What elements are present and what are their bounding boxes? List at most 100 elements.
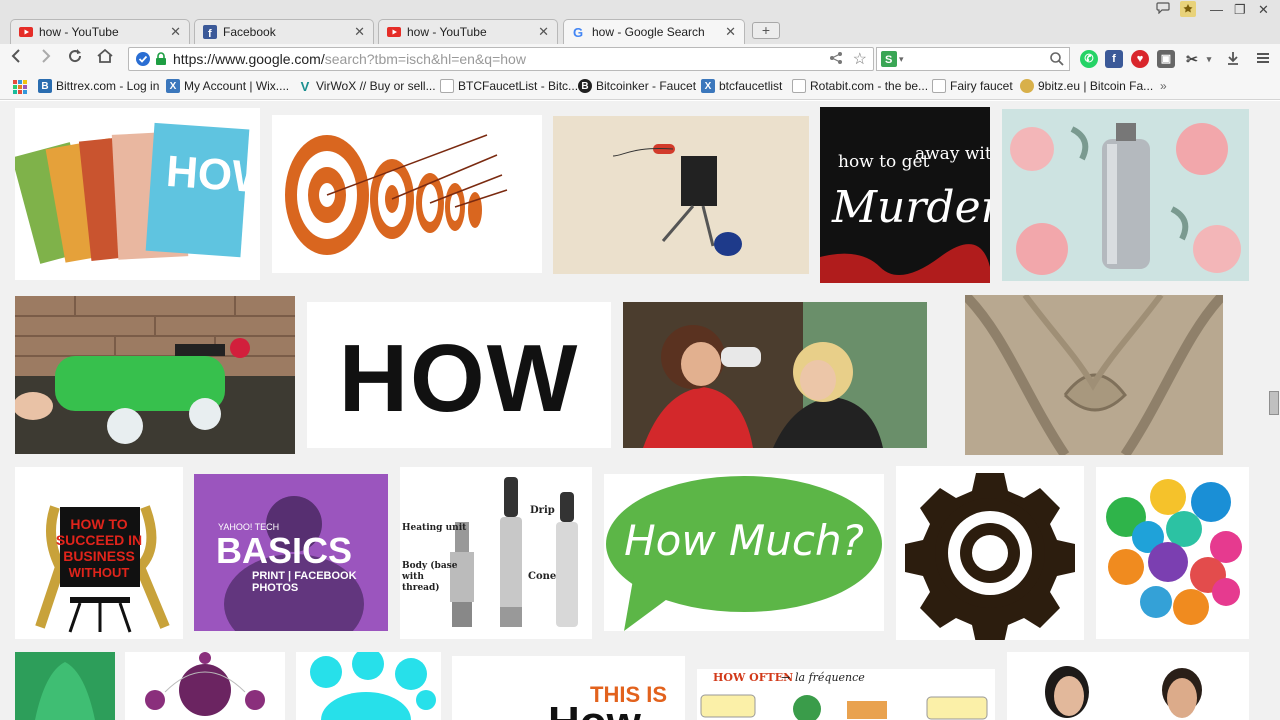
- page-icon: [792, 79, 806, 93]
- bookmark-btcfaucetlist[interactable]: BTCFaucetList - Bitc...: [440, 79, 578, 93]
- murder-line3: Murder: [831, 182, 990, 233]
- image-results-grid: HOW how to get away with Murder: [0, 101, 1280, 720]
- bookmark-star-icon[interactable]: ☆: [853, 49, 867, 69]
- secure-check-icon: [135, 51, 151, 67]
- bookmark-fairy-faucet[interactable]: Fairy faucet: [932, 79, 1013, 93]
- image-result-yahoo-basics[interactable]: YAHOO! TECH BASICS PRINT | FACEBOOK PHOT…: [194, 474, 388, 631]
- arrow-right-icon: →: [781, 671, 791, 684]
- minimize-icon[interactable]: —: [1210, 2, 1223, 17]
- tab-facebook[interactable]: f Facebook ✕: [194, 19, 374, 44]
- tab-title: how - Google Search: [592, 25, 705, 39]
- bookmark-bitcoinker[interactable]: B Bitcoinker - Faucet: [578, 79, 696, 93]
- close-window-icon[interactable]: ✕: [1258, 2, 1269, 18]
- back-icon[interactable]: [6, 48, 28, 70]
- facebook-icon: f: [203, 25, 217, 39]
- forward-icon[interactable]: [34, 48, 56, 70]
- close-tab-icon[interactable]: ✕: [354, 24, 365, 40]
- image-result-this-is-how[interactable]: THIS IS How: [452, 656, 685, 720]
- image-result-magazines[interactable]: HOW: [15, 108, 260, 280]
- murder-line2: away with: [915, 144, 990, 164]
- image-result-statue[interactable]: [965, 295, 1223, 455]
- close-tab-icon[interactable]: ✕: [538, 24, 549, 40]
- scissors-icon[interactable]: ✂: [1183, 50, 1201, 68]
- whatsapp-icon[interactable]: ✆: [1080, 50, 1098, 68]
- new-tab-button[interactable]: +: [752, 22, 780, 39]
- virwox-icon: V: [300, 78, 310, 94]
- bookmark-rotabit[interactable]: Rotabit.com - the be...: [792, 79, 928, 93]
- bittrex-icon: B: [38, 79, 52, 93]
- tab-strip: how - YouTube ✕ f Facebook ✕ how - YouTu…: [0, 0, 1280, 44]
- tab-title: how - YouTube: [39, 25, 119, 39]
- svg-text:SUCCEED IN: SUCCEED IN: [56, 532, 142, 548]
- tab-google-search[interactable]: G how - Google Search ✕: [563, 19, 745, 44]
- tab-title: Facebook: [223, 25, 276, 39]
- svg-text:HOW TO: HOW TO: [70, 516, 127, 532]
- search-engine-box[interactable]: S ▾: [876, 47, 1070, 71]
- share-icon[interactable]: [829, 51, 843, 68]
- bookmark-wix[interactable]: X My Account | Wix....: [166, 79, 289, 93]
- image-result-targets[interactable]: [272, 115, 542, 273]
- youtube-icon: [19, 25, 33, 39]
- wix-icon: X: [701, 79, 715, 93]
- reload-icon[interactable]: [64, 48, 86, 70]
- basics-title: BASICS: [216, 530, 353, 571]
- apps-icon[interactable]: [12, 79, 28, 95]
- bookmarks-bar: B Bittrex.com - Log in X My Account | Wi…: [0, 74, 1280, 100]
- page-icon: [440, 79, 454, 93]
- how-much-text: How Much?: [624, 516, 864, 565]
- image-result-how-text[interactable]: HOW: [307, 302, 611, 448]
- label-heating-unit: Heating unit: [402, 523, 467, 533]
- bookmark-label: Bitcoinker - Faucet: [596, 79, 697, 93]
- url-path: search?tbm=isch&hl=en&q=how: [324, 51, 526, 67]
- extension-badge-icon[interactable]: [1180, 1, 1196, 20]
- image-result-business-poster[interactable]: HOW TO SUCCEED IN BUSINESS WITHOUT: [15, 467, 183, 639]
- image-result-murder[interactable]: how to get away with Murder: [820, 107, 990, 283]
- tab-title: how - YouTube: [407, 25, 487, 39]
- more-bookmarks-icon[interactable]: »: [1160, 79, 1167, 93]
- image-result-how-much[interactable]: How Much?: [604, 474, 884, 631]
- bookmark-9bitz[interactable]: 9bitz.eu | Bitcoin Fa...: [1020, 79, 1153, 93]
- close-tab-icon[interactable]: ✕: [170, 24, 181, 40]
- tab-youtube-1[interactable]: how - YouTube ✕: [10, 19, 190, 44]
- chevron-down-icon[interactable]: ▾: [1200, 50, 1218, 68]
- close-tab-icon[interactable]: ✕: [725, 24, 736, 40]
- image-result-paw[interactable]: [296, 652, 441, 720]
- search-engine-icon[interactable]: S: [881, 51, 897, 67]
- bookmark-label: Rotabit.com - the be...: [810, 79, 929, 93]
- home-icon[interactable]: [94, 48, 116, 70]
- image-result-green-hand[interactable]: [15, 652, 115, 720]
- bookmark-bittrex[interactable]: B Bittrex.com - Log in: [38, 79, 159, 93]
- bookmark-virwox[interactable]: V VirWoX // Buy or sell...: [298, 78, 436, 94]
- profile-icon[interactable]: [1156, 2, 1170, 17]
- wix-icon: X: [166, 79, 180, 93]
- image-result-vape-diagram[interactable]: Heating unit Drip Body (base with thread…: [400, 467, 592, 639]
- facebook-extension-icon[interactable]: f: [1105, 50, 1123, 68]
- image-result-how-often[interactable]: HOW OFTEN → la fréquence: [697, 669, 995, 720]
- chevron-down-icon[interactable]: ▾: [899, 54, 904, 65]
- page-scrollbar[interactable]: [1268, 101, 1280, 720]
- search-icon[interactable]: [1049, 51, 1065, 72]
- tab-youtube-2[interactable]: how - YouTube ✕: [378, 19, 558, 44]
- image-result-robot[interactable]: [553, 116, 809, 274]
- bookmark-label: My Account | Wix....: [184, 79, 290, 93]
- image-result-spray-can[interactable]: [1002, 109, 1249, 281]
- image-result-bottle-car[interactable]: [15, 296, 295, 454]
- gift-icon[interactable]: ▣: [1157, 50, 1175, 68]
- scrollbar-thumb[interactable]: [1269, 391, 1279, 415]
- heart-icon[interactable]: ♥: [1131, 50, 1149, 68]
- image-result-two-people[interactable]: [1007, 652, 1249, 720]
- address-bar[interactable]: https://www.google.com/search?tbm=isch&h…: [128, 47, 874, 71]
- image-result-two-women[interactable]: [623, 302, 927, 448]
- menu-icon[interactable]: [1254, 50, 1272, 68]
- svg-text:WITHOUT: WITHOUT: [69, 565, 130, 580]
- image-result-gear[interactable]: [896, 466, 1084, 640]
- download-icon[interactable]: [1224, 50, 1242, 68]
- bookmark-label: BTCFaucetList - Bitc...: [458, 79, 579, 93]
- maximize-icon[interactable]: ❐: [1234, 2, 1246, 18]
- svg-text:G: G: [573, 25, 583, 39]
- lock-icon: [155, 52, 167, 66]
- image-result-cycle-diagram[interactable]: [125, 652, 285, 720]
- bookmark-btcfaucetlist-2[interactable]: X btcfaucetlist: [701, 79, 782, 93]
- image-result-people-bubbles[interactable]: [1096, 467, 1249, 639]
- bookmark-label: 9bitz.eu | Bitcoin Fa...: [1038, 79, 1154, 93]
